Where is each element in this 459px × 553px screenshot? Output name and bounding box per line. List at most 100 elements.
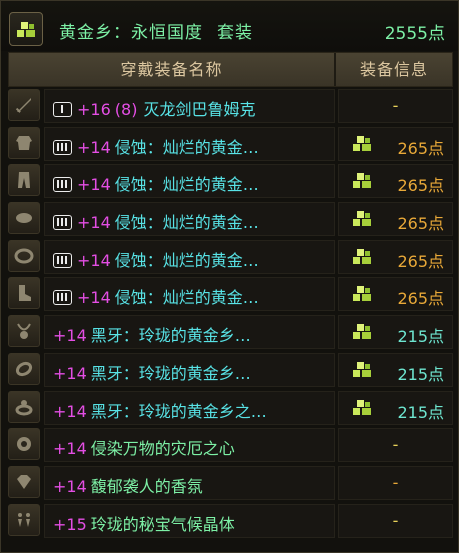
equipment-info-cell: - (338, 503, 453, 538)
set-points: 215点 (397, 402, 444, 422)
equipment-name: 侵蚀：灿烂的黄金… (114, 288, 259, 308)
equipment-name-cell: +14 侵蚀：灿烂的黄金… (44, 277, 335, 312)
equipment-name: 馥郁袭人的香氛 (90, 476, 203, 496)
equipment-row[interactable]: +14 黑牙：玲珑的黄金乡… 215点 (8, 352, 453, 387)
equipment-info-cell: - (338, 465, 453, 500)
equipment-name: 侵蚀：灿烂的黄金… (114, 213, 259, 233)
reinforce-level: +14 (77, 288, 111, 308)
equipment-name-cell: +14 侵染万物的灾厄之心 (44, 428, 335, 463)
equipment-name-cell: +14 侵蚀：灿烂的黄金… (44, 202, 335, 237)
reinforce-level: +14 (53, 439, 87, 459)
set-item-icon (353, 248, 371, 264)
ring-icon (8, 390, 40, 423)
reinforce-level: +14 (77, 213, 111, 233)
equipment-row[interactable]: +14 侵染万物的灾厄之心 - (8, 428, 453, 463)
set-item-icon (353, 286, 371, 302)
info-value: - (392, 435, 399, 455)
grade-badge (53, 177, 72, 193)
equipment-name-cell: +14 侵蚀：灿烂的黄金… (44, 126, 335, 161)
equipment-name: 侵染万物的灾厄之心 (90, 439, 235, 459)
equipment-row[interactable]: +16 (8) 灭龙剑巴鲁姆克 - (8, 89, 453, 123)
equipment-name-cell: +14 黑牙：玲珑的黄金乡… (44, 315, 335, 350)
support-icon (8, 428, 40, 461)
set-points: 265点 (397, 289, 444, 309)
set-points: 265点 (397, 176, 444, 196)
shoes-icon (8, 277, 40, 310)
reinforce-level: +15 (53, 514, 87, 534)
set-header: 黄金乡：永恒国度 套装 2555点 (1, 1, 458, 51)
equipment-row[interactable]: +14 侵蚀：灿烂的黄金… 265点 (8, 126, 453, 161)
set-item-icon (353, 361, 371, 377)
equipment-info-cell: 215点 (338, 352, 453, 387)
info-value: - (392, 96, 399, 115)
equipment-name-cell: +14 黑牙：玲珑的黄金乡之… (44, 390, 335, 425)
equipment-name-cell: +16 (8) 灭龙剑巴鲁姆克 (44, 89, 335, 123)
reinforce-level: +14 (53, 363, 87, 383)
equipment-info-cell: 265点 (338, 202, 453, 237)
set-points: 265点 (397, 214, 444, 234)
info-value: - (392, 510, 399, 530)
gold-set-icon (9, 12, 43, 46)
set-suffix: 套装 (217, 23, 253, 43)
magic-stone-icon (8, 465, 40, 498)
set-item-icon (353, 173, 371, 189)
grade-badge (53, 139, 72, 155)
equipment-row[interactable]: +14 侵蚀：灿烂的黄金… 265点 (8, 239, 453, 274)
equipment-row[interactable]: +14 馥郁袭人的香氛 - (8, 465, 453, 500)
equipment-info-cell: 265点 (338, 164, 453, 199)
equipment-name: 灭龙剑巴鲁姆克 (143, 100, 256, 119)
equipment-name: 侵蚀：灿烂的黄金… (114, 250, 259, 270)
grade-badge (53, 102, 72, 117)
equipment-info-cell: 265点 (338, 239, 453, 274)
reinforce-level: +14 (77, 175, 111, 195)
column-header: 穿戴装备名称 装备信息 (8, 52, 453, 87)
equipment-row[interactable]: +14 黑牙：玲珑的黄金乡… 215点 (8, 315, 453, 350)
equipment-name: 黑牙：玲珑的黄金乡… (90, 326, 251, 346)
set-points: 215点 (397, 364, 444, 384)
equipment-name-cell: +14 侵蚀：灿烂的黄金… (44, 239, 335, 274)
equipment-name: 侵蚀：灿烂的黄金… (114, 175, 259, 195)
equipment-row[interactable]: +14 黑牙：玲珑的黄金乡之… 215点 (8, 390, 453, 425)
equipment-row[interactable]: +14 侵蚀：灿烂的黄金… 265点 (8, 202, 453, 237)
info-value: - (392, 472, 399, 492)
reinforce-level: +14 (53, 326, 87, 346)
column-equipment-info: 装备信息 (359, 60, 428, 79)
equipment-info-cell: 215点 (338, 390, 453, 425)
equipment-name-cell: +14 侵蚀：灿烂的黄金… (44, 164, 335, 199)
equipment-name: 侵蚀：灿烂的黄金… (114, 137, 259, 157)
equipment-info-cell: - (338, 89, 453, 123)
set-points: 265点 (397, 138, 444, 158)
shoulder-icon (8, 202, 40, 235)
equipment-name-cell: +14 馥郁袭人的香氛 (44, 465, 335, 500)
earring-icon (8, 503, 40, 536)
equipment-name: 黑牙：玲珑的黄金乡之… (90, 401, 267, 421)
reinforce-level: +14 (53, 476, 87, 496)
column-equipment-name: 穿戴装备名称 (120, 60, 223, 79)
set-item-icon (353, 324, 371, 340)
set-points: 265点 (397, 251, 444, 271)
set-item-icon (353, 211, 371, 227)
set-name: 黄金乡：永恒国度 (59, 23, 203, 43)
equipment-info-cell: 215点 (338, 315, 453, 350)
equipment-name-cell: +14 黑牙：玲珑的黄金乡… (44, 352, 335, 387)
equipment-info-cell: - (338, 428, 453, 463)
belt-icon (8, 239, 40, 272)
set-item-icon (353, 135, 371, 151)
equipment-name: 玲珑的秘宝气候晶体 (90, 514, 235, 534)
equipment-row[interactable]: +14 侵蚀：灿烂的黄金… 265点 (8, 164, 453, 199)
equipment-name: 黑牙：玲珑的黄金乡… (90, 363, 251, 383)
set-total-points: 2555点 (384, 24, 445, 44)
grade-badge (53, 252, 72, 268)
equipment-name-cell: +15 玲珑的秘宝气候晶体 (44, 503, 335, 538)
equipment-row[interactable]: +15 玲珑的秘宝气候晶体 - (8, 503, 453, 538)
pants-icon (8, 164, 40, 197)
equipment-row[interactable]: +14 侵蚀：灿烂的黄金… 265点 (8, 277, 453, 312)
grade-badge (53, 290, 72, 306)
sword-icon (8, 89, 40, 121)
amplify-level: (8) (114, 100, 138, 119)
reinforce-level: +16 (77, 100, 111, 119)
set-title: 黄金乡：永恒国度 套装 (59, 18, 253, 43)
bracelet-icon (8, 352, 40, 385)
equipment-info-cell: 265点 (338, 126, 453, 161)
equipment-list: +16 (8) 灭龙剑巴鲁姆克 - +14 侵蚀：灿烂的黄金… 265点 +14… (8, 89, 453, 541)
